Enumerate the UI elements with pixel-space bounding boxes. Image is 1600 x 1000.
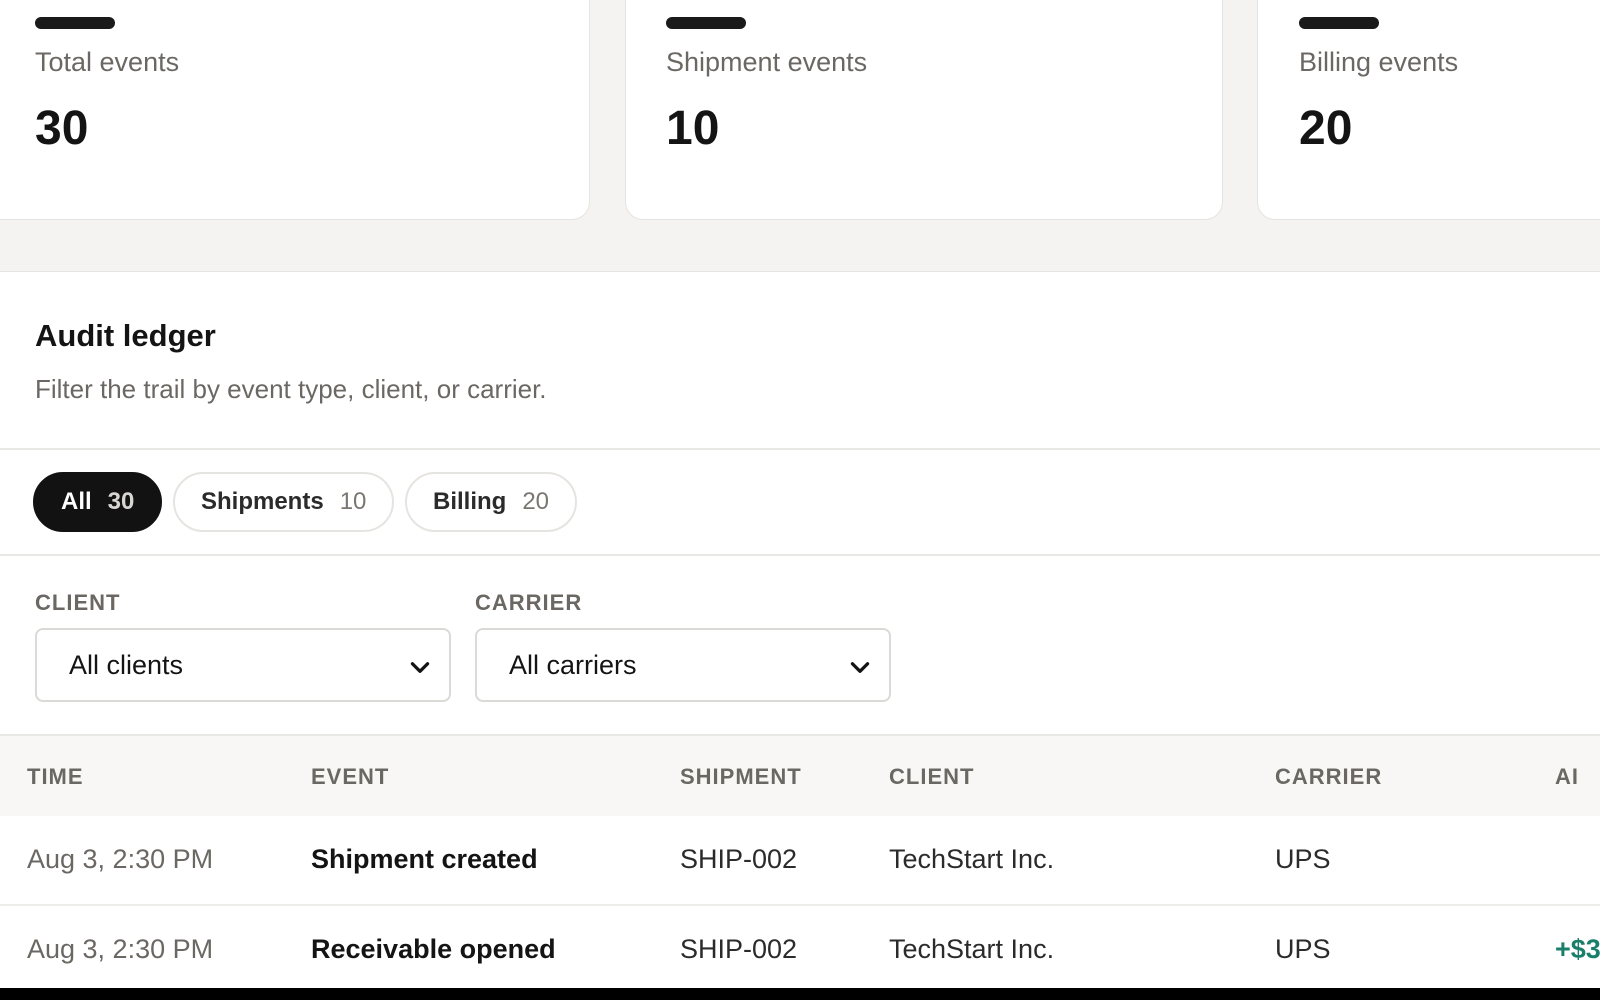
- carrier-select[interactable]: All carriers: [475, 628, 891, 702]
- carrier-select-value: All carriers: [509, 649, 637, 680]
- client-filter-label: CLIENT: [35, 590, 121, 615]
- cell-shipment: SHIP-002: [680, 934, 798, 964]
- cell-time: Aug 3, 2:30 PM: [27, 934, 214, 964]
- audit-ledger-panel: Audit ledger Filter the trail by event t…: [0, 271, 1600, 1000]
- bottom-edge-bar: [0, 988, 1600, 1000]
- column-header-shipment[interactable]: SHIPMENT: [680, 764, 802, 790]
- stat-accent-bar: [666, 17, 746, 29]
- divider: [0, 554, 1600, 556]
- tab-shipments[interactable]: Shipments 10: [173, 472, 395, 532]
- cell-event: Shipment created: [311, 844, 538, 874]
- cell-amount: +$3: [1555, 934, 1600, 964]
- divider: [0, 448, 1600, 450]
- stat-value: 30: [35, 102, 89, 155]
- cell-client: TechStart Inc.: [889, 934, 1055, 964]
- cell-carrier: UPS: [1275, 844, 1331, 874]
- table-row[interactable]: Aug 3, 2:30 PM Receivable opened SHIP-00…: [0, 906, 1600, 996]
- tab-all[interactable]: All 30: [33, 472, 163, 532]
- carrier-filter-label: CARRIER: [475, 590, 583, 615]
- tab-label: All: [61, 488, 92, 515]
- cell-event: Receivable opened: [311, 934, 556, 964]
- audit-page: Total events 30 Shipment events 10 Billi…: [0, 0, 1600, 1000]
- column-header-event[interactable]: EVENT: [311, 764, 389, 790]
- tab-billing[interactable]: Billing 20: [405, 472, 578, 532]
- cell-time: Aug 3, 2:30 PM: [27, 844, 214, 874]
- stat-label: Shipment events: [666, 47, 868, 77]
- stat-label: Total events: [35, 47, 180, 77]
- table-row[interactable]: Aug 3, 2:30 PM Shipment created SHIP-002…: [0, 816, 1600, 906]
- stat-card-total-events: Total events 30: [0, 0, 590, 220]
- tab-count: 10: [339, 488, 367, 515]
- chevron-down-icon: [850, 662, 870, 673]
- stat-value: 10: [666, 102, 720, 155]
- ledger-title: Audit ledger: [35, 318, 216, 353]
- table-header: TIME EVENT SHIPMENT CLIENT CARRIER AI: [0, 736, 1600, 816]
- cell-shipment: SHIP-002: [680, 844, 798, 874]
- column-header-amount[interactable]: AI: [1555, 764, 1579, 790]
- stat-accent-bar: [1299, 17, 1379, 29]
- cell-carrier: UPS: [1275, 934, 1331, 964]
- stat-label: Billing events: [1299, 47, 1459, 77]
- column-header-time[interactable]: TIME: [27, 764, 84, 790]
- tab-label: Billing: [433, 488, 507, 515]
- column-header-client[interactable]: CLIENT: [889, 764, 974, 790]
- tab-count: 20: [522, 488, 550, 515]
- client-select-value: All clients: [69, 649, 184, 680]
- stat-value: 20: [1299, 102, 1353, 155]
- cell-client: TechStart Inc.: [889, 844, 1055, 874]
- stat-card-billing-events: Billing events 20: [1257, 0, 1600, 220]
- client-select[interactable]: All clients: [35, 628, 451, 702]
- tab-count: 30: [107, 488, 135, 515]
- stat-accent-bar: [35, 17, 115, 29]
- tab-label: Shipments: [201, 488, 324, 515]
- chevron-down-icon: [410, 662, 430, 673]
- column-header-carrier[interactable]: CARRIER: [1275, 764, 1382, 790]
- stat-card-shipment-events: Shipment events 10: [625, 0, 1223, 220]
- ledger-subtitle: Filter the trail by event type, client, …: [35, 374, 547, 404]
